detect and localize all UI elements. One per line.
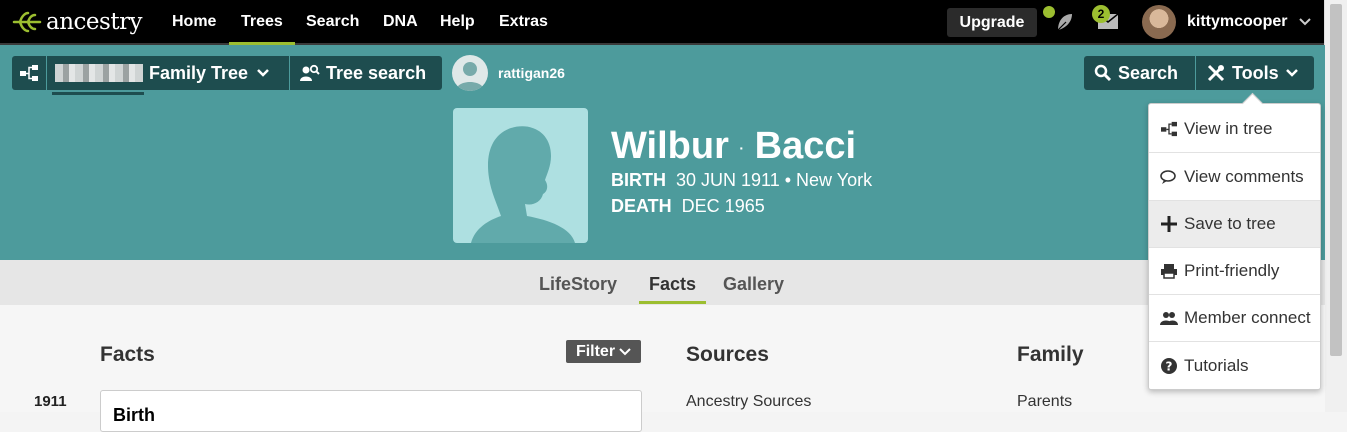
- username[interactable]: kittymcooper: [1187, 13, 1287, 31]
- tree-owner-name[interactable]: rattigan26: [498, 65, 565, 81]
- notification-dot: [1043, 6, 1055, 18]
- tab-facts[interactable]: Facts: [638, 274, 707, 304]
- person-portrait[interactable]: [453, 108, 588, 243]
- tree-name-underline: [52, 92, 144, 95]
- family-heading: Family: [1017, 343, 1084, 366]
- tools-dropdown-menu: View in tree View comments Save to tree …: [1148, 92, 1321, 390]
- sources-heading: Sources: [686, 343, 769, 366]
- birth-line: BIRTH 30 JUN 1911 • New York: [611, 170, 872, 191]
- tab-lifestory[interactable]: LifeStory: [539, 274, 617, 295]
- top-nav: ancestry Home Trees Search DNA Help Extr…: [0, 0, 1325, 45]
- ancestry-sources-link[interactable]: Ancestry Sources: [686, 393, 811, 411]
- menu-item-label: View in tree: [1184, 119, 1273, 138]
- owner-avatar[interactable]: [452, 55, 488, 91]
- avatar[interactable]: [1142, 5, 1176, 39]
- brand-name: ancestry: [46, 9, 143, 35]
- search-icon: [1094, 64, 1112, 82]
- leaf-icon[interactable]: [1052, 8, 1078, 36]
- death-value: DEC 1965: [681, 196, 765, 216]
- question-icon: ?: [1161, 357, 1177, 374]
- fact-year: 1911: [34, 393, 67, 410]
- comments-icon: [1160, 170, 1176, 184]
- menu-item-member-connect[interactable]: Member connect: [1149, 295, 1320, 342]
- family-tree-dropdown[interactable]: Family Tree: [47, 56, 289, 90]
- birth-label: BIRTH: [611, 170, 666, 190]
- tools-icon: [1207, 64, 1225, 82]
- person-search-icon: [300, 64, 320, 81]
- person-name: Wilbur · Bacci: [611, 125, 857, 167]
- ancestry-logo[interactable]: ancestry: [12, 9, 143, 35]
- menu-item-view-comments[interactable]: View comments: [1149, 154, 1320, 201]
- death-label: DEATH: [611, 196, 672, 216]
- scrollbar-thumb[interactable]: [1330, 4, 1342, 356]
- search-label: Search: [1118, 62, 1179, 83]
- nav-trees[interactable]: Trees: [229, 13, 295, 45]
- menu-item-save-to-tree[interactable]: Save to tree: [1149, 201, 1320, 248]
- menu-item-print-friendly[interactable]: Print-friendly: [1149, 248, 1320, 295]
- page-scrollbar[interactable]: [1324, 0, 1347, 412]
- fact-card[interactable]: Birth: [100, 390, 642, 432]
- death-line: DEATH DEC 1965: [611, 196, 765, 217]
- menu-item-label: Save to tree: [1184, 214, 1276, 233]
- messages-count-badge: 2: [1092, 5, 1110, 23]
- menu-item-tutorials[interactable]: ? Tutorials: [1149, 342, 1320, 389]
- male-silhouette-icon: [471, 126, 575, 243]
- tree-icon: [20, 65, 38, 81]
- nav-extras[interactable]: Extras: [499, 13, 548, 31]
- person-silhouette-icon: [456, 62, 484, 91]
- tab-gallery[interactable]: Gallery: [723, 274, 784, 295]
- svg-text:?: ?: [1166, 359, 1173, 373]
- facts-heading: Facts: [100, 343, 155, 366]
- filter-button[interactable]: Filter: [566, 340, 641, 363]
- tools-label: Tools: [1232, 62, 1279, 83]
- chevron-down-icon[interactable]: [1299, 18, 1311, 26]
- profile-tabs: LifeStory Facts Gallery: [0, 260, 1325, 305]
- nav-home[interactable]: Home: [172, 13, 216, 31]
- chevron-down-icon: [257, 69, 269, 77]
- family-tree-label: Family Tree: [149, 62, 249, 83]
- leaf-logo-icon: [12, 11, 42, 33]
- chevron-down-icon: [1285, 69, 1298, 77]
- tools-button[interactable]: Tools: [1196, 56, 1314, 90]
- members-icon: [1160, 312, 1178, 325]
- filter-label: Filter: [575, 342, 616, 360]
- plus-icon: [1161, 216, 1177, 232]
- tree-view-button[interactable]: [12, 56, 46, 90]
- person-header: Family Tree Tree search rattigan26 Searc…: [0, 45, 1325, 260]
- menu-item-label: Tutorials: [1184, 355, 1249, 375]
- menu-item-label: Print-friendly: [1184, 261, 1280, 280]
- parents-label: Parents: [1017, 393, 1073, 410]
- menu-item-label: Member connect: [1184, 308, 1311, 327]
- search-button[interactable]: Search: [1084, 56, 1195, 90]
- blurred-tree-name: [55, 64, 143, 82]
- fact-title: Birth: [113, 405, 155, 425]
- nav-search[interactable]: Search: [306, 13, 359, 31]
- last-name: Bacci: [754, 125, 857, 167]
- printer-icon: [1161, 264, 1177, 279]
- menu-item-label: View comments: [1184, 167, 1304, 186]
- first-name: Wilbur: [611, 125, 729, 167]
- menu-item-view-in-tree[interactable]: View in tree: [1149, 106, 1320, 153]
- birth-value: 30 JUN 1911 • New York: [676, 170, 873, 190]
- tree-search-label: Tree search: [326, 62, 427, 83]
- tree-search-button[interactable]: Tree search: [290, 56, 442, 90]
- chevron-down-icon: [619, 347, 631, 355]
- nav-dna[interactable]: DNA: [383, 13, 418, 31]
- facts-content: Facts Filter 1911 Birth Sources Ancestry…: [0, 305, 1325, 432]
- tree-icon: [1161, 121, 1177, 137]
- upgrade-button[interactable]: Upgrade: [947, 8, 1037, 37]
- nav-help[interactable]: Help: [440, 13, 475, 31]
